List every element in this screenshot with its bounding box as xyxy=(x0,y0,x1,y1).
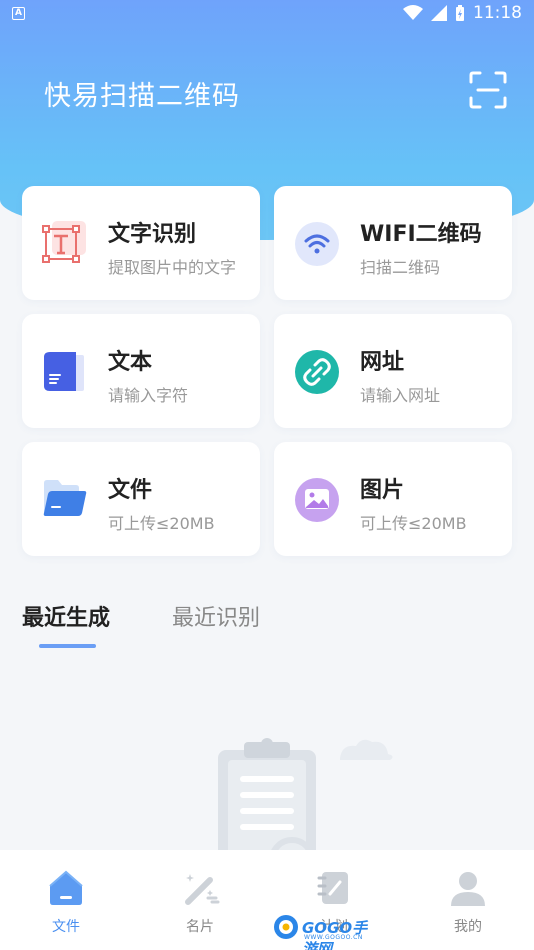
notification-icon: A xyxy=(12,7,25,20)
card-url[interactable]: 网址 请输入网址 xyxy=(274,314,512,428)
wifi-icon xyxy=(295,222,339,266)
watermark-logo: GOGO手游网 WWW.GOGOO.CN xyxy=(272,913,382,950)
card-text-recognition[interactable]: 文字识别 提取图片中的文字 xyxy=(22,186,260,300)
active-tab-indicator xyxy=(39,644,96,648)
card-wifi-qr[interactable]: WIFI二维码 扫描二维码 xyxy=(274,186,512,300)
card-subtitle: 请输入网址 xyxy=(360,386,441,405)
notebook-icon xyxy=(317,872,348,904)
folder-icon xyxy=(43,480,87,516)
card-title: 文件 xyxy=(108,478,153,503)
card-title: 图片 xyxy=(360,478,405,503)
recent-tabs: 最近生成 最近识别 xyxy=(22,600,322,650)
wifi-signal-icon xyxy=(403,5,423,20)
card-subtitle: 提取图片中的文字 xyxy=(108,258,237,277)
user-icon xyxy=(451,872,485,906)
card-subtitle: 可上传≤20MB xyxy=(108,514,215,533)
home-icon xyxy=(49,870,83,905)
watermark-subtext: WWW.GOGOO.CN xyxy=(304,934,363,941)
nav-label: 我的 xyxy=(454,919,482,935)
card-subtitle: 请输入字符 xyxy=(108,386,189,405)
status-time: 11:18 xyxy=(473,3,522,23)
link-icon xyxy=(295,350,339,394)
status-bar: A 11:18 xyxy=(0,0,534,28)
tab-recent-recognized[interactable]: 最近识别 xyxy=(172,600,260,632)
page-title: 快易扫描二维码 xyxy=(44,81,240,112)
card-title: 文本 xyxy=(108,350,153,375)
card-title: 文字识别 xyxy=(108,222,197,247)
card-file[interactable]: 文件 可上传≤20MB xyxy=(22,442,260,556)
card-subtitle: 扫描二维码 xyxy=(360,258,441,277)
card-text[interactable]: 文本 请输入字符 xyxy=(22,314,260,428)
nav-label: 名片 xyxy=(186,919,214,935)
watermark-logo-icon xyxy=(274,915,298,939)
cell-signal-icon xyxy=(431,5,447,21)
nav-item-mine[interactable]: 我的 xyxy=(428,868,508,936)
nav-item-file[interactable]: 文件 xyxy=(26,868,106,936)
nav-item-card[interactable]: 名片 xyxy=(160,868,240,936)
empty-clipboard-icon xyxy=(218,738,393,860)
wand-icon xyxy=(185,874,220,905)
scan-frame-icon[interactable] xyxy=(468,70,508,110)
card-image[interactable]: 图片 可上传≤20MB xyxy=(274,442,512,556)
tab-recent-generated[interactable]: 最近生成 xyxy=(22,600,110,632)
card-subtitle: 可上传≤20MB xyxy=(360,514,467,533)
battery-icon xyxy=(456,4,464,21)
card-title: WIFI二维码 xyxy=(360,222,482,247)
nav-label: 文件 xyxy=(52,919,80,935)
bottom-nav: 文件 名片 计划 我的 xyxy=(0,850,534,950)
card-title: 网址 xyxy=(360,350,405,375)
book-icon xyxy=(44,352,84,391)
text-recognition-icon xyxy=(42,221,86,263)
image-icon xyxy=(295,478,339,522)
